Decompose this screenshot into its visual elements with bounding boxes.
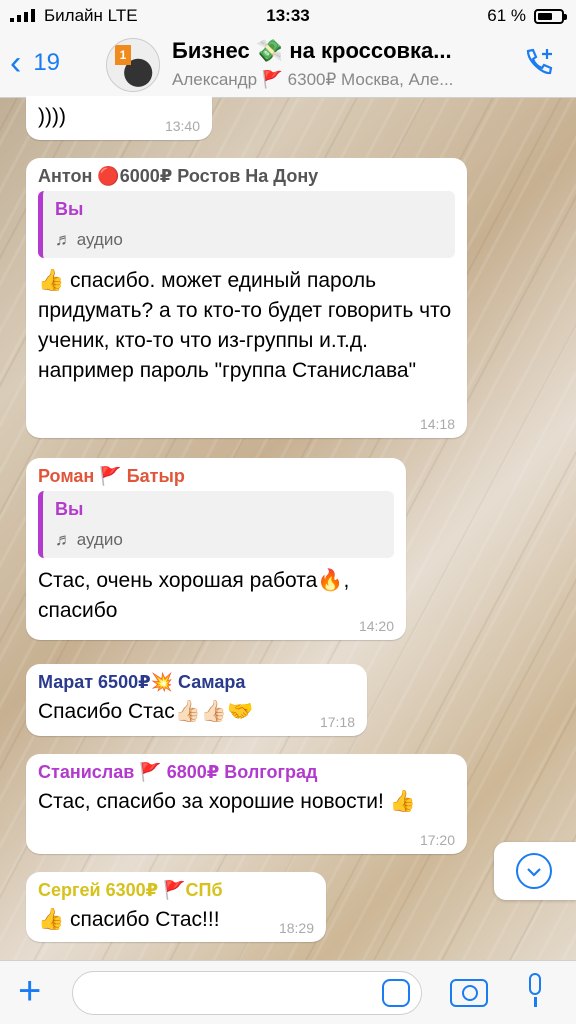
back-button[interactable]: ‹ 19 xyxy=(10,44,61,82)
avatar-logo: 1 xyxy=(115,45,131,65)
message-time: 17:18 xyxy=(319,714,355,730)
quote-author: Вы xyxy=(55,499,84,519)
chat-participants[interactable]: Александр 🚩 6300₽ Москва, Але... xyxy=(172,70,497,90)
quote-author: Вы xyxy=(55,199,84,219)
message-bubble[interactable]: Марат 6500₽💥 Самара Спасибо Стас👍🏻👍🏻🤝 17… xyxy=(26,664,367,736)
status-bar: Билайн LTE 13:33 61 % xyxy=(0,0,576,32)
back-chevron-icon: ‹ xyxy=(10,44,22,82)
plus-icon[interactable]: + xyxy=(18,969,41,1013)
message-sender[interactable]: Сергей 6300₽ 🚩СПб xyxy=(38,880,314,901)
message-input[interactable] xyxy=(72,971,422,1015)
chat-title[interactable]: Бизнес 💸 на кроссовка... xyxy=(172,38,497,64)
message-bubble[interactable]: Роман 🚩 Батыр Вы ♬ аудио Стас, очень хор… xyxy=(26,458,406,640)
message-composer: + xyxy=(0,960,576,1024)
message-text: Стас, спасибо за хорошие новости! 👍 xyxy=(38,790,416,813)
quote-text: ♬ аудио xyxy=(55,230,123,249)
sticker-icon[interactable] xyxy=(382,979,410,1007)
message-sender[interactable]: Роман 🚩 Батыр xyxy=(38,466,394,487)
quote-text: ♬ аудио xyxy=(55,530,123,549)
scroll-to-bottom-button[interactable] xyxy=(494,842,576,900)
message-bubble[interactable]: Сергей 6300₽ 🚩СПб 👍 спасибо Стас!!! 18:2… xyxy=(26,872,326,942)
battery-icon xyxy=(534,9,567,24)
message-sender[interactable]: Марат 6500₽💥 Самара xyxy=(38,672,355,693)
unread-count: 19 xyxy=(33,49,61,76)
message-time: 14:18 xyxy=(419,416,455,432)
quoted-message[interactable]: Вы ♬ аудио xyxy=(38,491,394,558)
chat-header: ‹ 19 1 Бизнес 💸 на кроссовка... Александ… xyxy=(0,32,576,98)
message-time: 13:40 xyxy=(164,118,200,134)
message-sender[interactable]: Антон 🔴6000₽ Ростов На Дону xyxy=(38,166,455,187)
message-time: 17:20 xyxy=(419,832,455,848)
battery-percentage: 61 % xyxy=(487,6,526,25)
mic-icon[interactable] xyxy=(524,973,546,1007)
message-text: Стас, очень хорошая работа🔥, спасибо xyxy=(38,569,350,622)
message-bubble[interactable]: )))) 13:40 xyxy=(26,96,212,140)
message-bubble[interactable]: Антон 🔴6000₽ Ростов На Дону Вы ♬ аудио 👍… xyxy=(26,158,467,438)
quoted-message[interactable]: Вы ♬ аудио xyxy=(38,191,455,258)
add-call-icon[interactable] xyxy=(522,46,556,88)
group-avatar[interactable]: 1 xyxy=(106,38,160,92)
message-text: 👍 спасибо. может единый пароль придумать… xyxy=(38,269,452,382)
message-time: 14:20 xyxy=(358,618,394,634)
message-bubble[interactable]: Станислав 🚩 6800₽ Волгоград Стас, спасиб… xyxy=(26,754,467,854)
message-text: 👍 спасибо Стас!!! xyxy=(38,908,220,931)
scroll-down-icon xyxy=(516,853,552,889)
message-sender[interactable]: Станислав 🚩 6800₽ Волгоград xyxy=(38,762,455,783)
message-text: Спасибо Стас👍🏻👍🏻🤝 xyxy=(38,700,254,723)
camera-icon[interactable] xyxy=(450,979,488,1007)
message-time: 18:29 xyxy=(278,920,314,936)
